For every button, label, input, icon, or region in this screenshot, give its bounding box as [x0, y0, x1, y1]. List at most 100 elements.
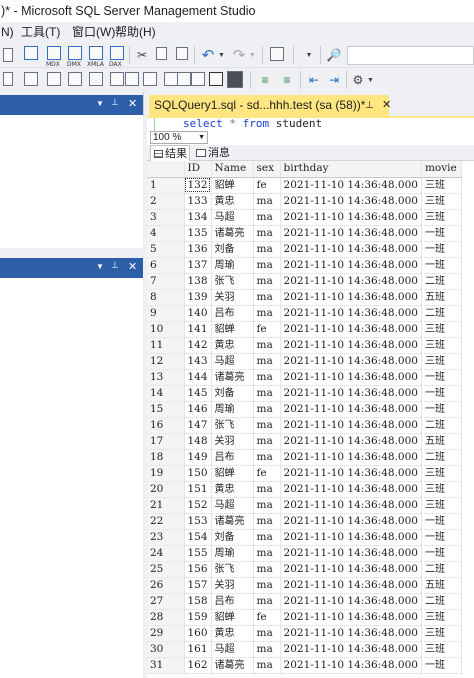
cell-id[interactable]: 149: [184, 449, 212, 466]
row-number[interactable]: 29: [147, 625, 185, 642]
results-grid[interactable]: ID Name sex birthday movie 1 132 貂蝉 fe 2021-…: [147, 161, 474, 678]
tab-messages[interactable]: 消息: [193, 145, 233, 161]
cell-id[interactable]: 145: [184, 385, 212, 402]
cell-movie[interactable]: 二班: [421, 449, 462, 466]
row-number[interactable]: 30: [147, 641, 185, 658]
cell-birthday[interactable]: 2021-11-10 14:36:48.000: [280, 209, 422, 226]
panel-pin-icon[interactable]: ⊥: [111, 260, 119, 271]
cell-movie[interactable]: 二班: [421, 273, 462, 290]
cell-movie[interactable]: 一班: [421, 401, 462, 418]
cell-movie[interactable]: 一班: [421, 513, 462, 530]
row-number[interactable]: 2: [147, 193, 185, 210]
cell-name[interactable]: 貂蝉: [211, 609, 254, 626]
table-row[interactable]: 3 134 马超 ma 2021-11-10 14:36:48.000 三班: [147, 209, 462, 226]
results-to-file-icon[interactable]: [227, 71, 243, 88]
row-number[interactable]: 14: [147, 385, 185, 402]
menu-item-window[interactable]: 窗口(W): [72, 22, 115, 42]
cell-movie[interactable]: 五班: [421, 577, 462, 594]
cell-sex[interactable]: ma: [253, 225, 281, 242]
cell-sex[interactable]: ma: [253, 529, 281, 546]
cell-movie[interactable]: 一班: [421, 241, 462, 258]
table-row[interactable]: 7 138 张飞 ma 2021-11-10 14:36:48.000 二班: [147, 273, 462, 290]
row-number[interactable]: 17: [147, 433, 185, 450]
cell-movie[interactable]: 三班: [421, 193, 462, 210]
cell-sex[interactable]: ma: [253, 657, 281, 674]
row-number[interactable]: 10: [147, 321, 185, 338]
cell-movie[interactable]: 三班: [421, 625, 462, 642]
row-number[interactable]: 22: [147, 513, 185, 530]
toolbar-overflow-icon[interactable]: ▼: [366, 70, 375, 90]
cell-sex[interactable]: ma: [253, 417, 281, 434]
table-row[interactable]: 10 141 貂蝉 fe 2021-11-10 14:36:48.000 三班: [147, 321, 462, 338]
table-row[interactable]: 22 153 诸葛亮 ma 2021-11-10 14:36:48.000 一班: [147, 513, 462, 530]
cell-name[interactable]: 周瑜: [211, 545, 254, 562]
cell-birthday[interactable]: 2021-11-10 14:36:48.000: [280, 401, 422, 418]
cell-sex[interactable]: ma: [253, 289, 281, 306]
cell-birthday[interactable]: 2021-11-10 14:36:48.000: [280, 177, 422, 194]
table-row[interactable]: 24 155 周瑜 ma 2021-11-10 14:36:48.000 一班: [147, 545, 462, 562]
tab-close-icon[interactable]: ✕: [382, 95, 391, 116]
cell-name[interactable]: 貂蝉: [211, 321, 254, 338]
table-row[interactable]: 16 147 张飞 ma 2021-11-10 14:36:48.000 二班: [147, 417, 462, 434]
panel-close-icon[interactable]: ✕: [128, 97, 137, 110]
cell-name[interactable]: 关羽: [211, 577, 254, 594]
cell-movie[interactable]: 三班: [421, 177, 462, 194]
cell-name[interactable]: 刘备: [211, 529, 254, 546]
cell-id[interactable]: 153: [184, 513, 212, 530]
row-number[interactable]: 23: [147, 529, 185, 546]
activity-monitor-icon[interactable]: [270, 47, 284, 61]
cell-id[interactable]: 162: [184, 657, 212, 674]
row-number[interactable]: 3: [147, 209, 185, 226]
table-row[interactable]: 30 161 马超 ma 2021-11-10 14:36:48.000 三班: [147, 641, 462, 658]
cell-id[interactable]: 156: [184, 561, 212, 578]
cell-birthday[interactable]: 2021-11-10 14:36:48.000: [280, 193, 422, 210]
cell-sex[interactable]: ma: [253, 257, 281, 274]
cell-name[interactable]: 刘备: [211, 241, 254, 258]
table-row[interactable]: 11 142 黄忠 ma 2021-11-10 14:36:48.000 三班: [147, 337, 462, 354]
table-row[interactable]: 18 149 吕布 ma 2021-11-10 14:36:48.000 二班: [147, 449, 462, 466]
row-number[interactable]: 15: [147, 401, 185, 418]
cell-birthday[interactable]: 2021-11-10 14:36:48.000: [280, 545, 422, 562]
cell-movie[interactable]: 二班: [421, 417, 462, 434]
table-row[interactable]: 23 154 刘备 ma 2021-11-10 14:36:48.000 一班: [147, 529, 462, 546]
cell-name[interactable]: 马超: [211, 209, 254, 226]
copy-icon[interactable]: [156, 47, 167, 60]
cell-sex[interactable]: fe: [253, 465, 281, 482]
cell-id[interactable]: 147: [184, 417, 212, 434]
cell-id[interactable]: 154: [184, 529, 212, 546]
menu-item-help[interactable]: 帮助(H): [115, 22, 156, 42]
column-header-name[interactable]: Name: [211, 161, 254, 178]
cell-id[interactable]: 152: [184, 497, 212, 514]
cell-name[interactable]: 刘备: [211, 385, 254, 402]
table-row[interactable]: 14 145 刘备 ma 2021-11-10 14:36:48.000 一班: [147, 385, 462, 402]
cell-name[interactable]: 关羽: [211, 433, 254, 450]
connect-icon[interactable]: [3, 72, 13, 86]
cell-id[interactable]: 155: [184, 545, 212, 562]
column-header-sex[interactable]: sex: [253, 161, 281, 178]
cell-sex[interactable]: ma: [253, 513, 281, 530]
row-number[interactable]: 7: [147, 273, 185, 290]
cell-movie[interactable]: 三班: [421, 465, 462, 482]
increase-indent-icon[interactable]: ⇥: [325, 70, 343, 90]
row-number[interactable]: 20: [147, 481, 185, 498]
menu-item-n[interactable]: N): [1, 22, 14, 42]
panel-pin-icon[interactable]: ⊥: [111, 97, 119, 108]
row-number[interactable]: 19: [147, 465, 185, 482]
cell-id[interactable]: 150: [184, 465, 212, 482]
cell-id[interactable]: 151: [184, 481, 212, 498]
execute-icon[interactable]: [47, 72, 61, 86]
intellisense-icon[interactable]: [164, 72, 178, 86]
cell-sex[interactable]: ma: [253, 433, 281, 450]
cell-sex[interactable]: fe: [253, 177, 281, 194]
cell-birthday[interactable]: 2021-11-10 14:36:48.000: [280, 433, 422, 450]
cell-birthday[interactable]: 2021-11-10 14:36:48.000: [280, 465, 422, 482]
cell-name[interactable]: 诸葛亮: [211, 657, 254, 674]
panel-close-icon[interactable]: ✕: [128, 260, 137, 273]
table-row[interactable]: 26 157 关羽 ma 2021-11-10 14:36:48.000 五班: [147, 577, 462, 594]
dmx-query-icon[interactable]: [68, 46, 82, 60]
sql-query-text[interactable]: select * from student: [183, 117, 322, 131]
row-number[interactable]: 25: [147, 561, 185, 578]
cell-birthday[interactable]: 2021-11-10 14:36:48.000: [280, 625, 422, 642]
paste-icon[interactable]: [176, 47, 188, 60]
row-number[interactable]: 8: [147, 289, 185, 306]
